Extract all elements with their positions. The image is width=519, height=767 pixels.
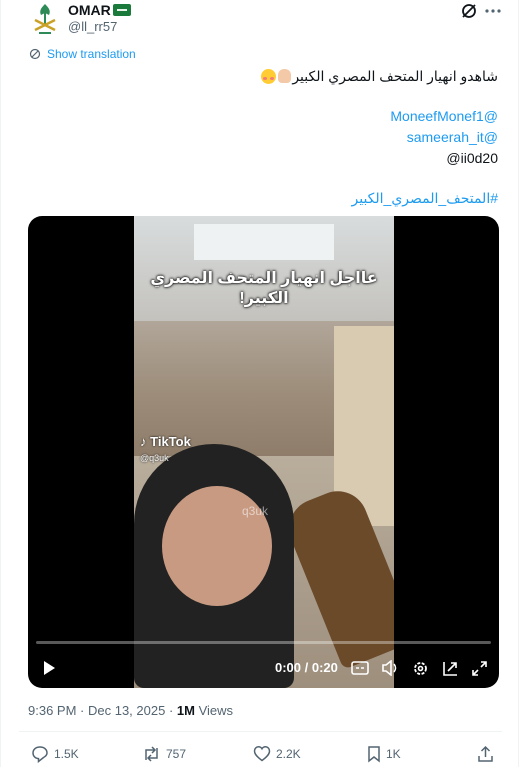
translate-icon <box>29 48 41 60</box>
views-count: 1M <box>176 703 195 718</box>
fullscreen-icon <box>471 660 487 676</box>
settings-button[interactable] <box>409 657 431 679</box>
video-player[interactable]: عااجل انهيار المتحف المصري الكبير! ♪ Tik… <box>28 216 499 688</box>
reply-count: 1.5K <box>54 747 79 761</box>
repost-count: 757 <box>166 747 187 761</box>
hashtag-link[interactable]: #المتحف_المصري_الكبير <box>38 188 499 209</box>
pop-out-icon <box>442 661 457 676</box>
like-count: 2.2K <box>276 746 301 761</box>
volume-button[interactable] <box>379 657 401 679</box>
grok-icon <box>462 4 476 18</box>
grok-button[interactable] <box>459 1 479 21</box>
tweet-meta: 9:36 PM · Dec 13, 2025 · 1M Views <box>28 703 234 718</box>
fullscreen-button[interactable] <box>468 657 490 679</box>
reply-icon <box>32 746 48 763</box>
video-progress-bar[interactable] <box>36 641 491 644</box>
saudi-emblem-icon <box>34 4 56 34</box>
tiktok-logo: ♪ TikTok <box>140 434 191 449</box>
mention-text: ii0d20@ <box>446 150 498 166</box>
share-button[interactable] <box>477 745 494 763</box>
show-translation-link[interactable]: Show translation <box>29 47 136 61</box>
mention-link[interactable]: @sameerah_it <box>38 127 498 148</box>
more-options-button[interactable] <box>483 1 503 21</box>
bookmark-count: 1K <box>386 747 401 761</box>
tweet-date[interactable]: Dec 13, 2025 <box>88 703 165 718</box>
repost-button[interactable]: 757 <box>142 745 186 763</box>
divider <box>19 731 502 732</box>
volume-icon <box>382 660 397 676</box>
more-icon <box>485 9 501 13</box>
flushed-face-emoji-icon <box>261 69 277 84</box>
video-frame[interactable]: عااجل انهيار المتحف المصري الكبير! ♪ Tik… <box>134 216 394 688</box>
author-name[interactable]: OMAR <box>68 2 131 18</box>
tweet-text-line: شاهدو انهيار المتحف المصري الكبير <box>38 66 498 87</box>
video-watermark: q3uk <box>242 504 269 518</box>
video-caption: عااجل انهيار المتحف المصري الكبير! <box>150 270 378 307</box>
tweet-text: شاهدو انهيار المتحف المصري الكبير @Monee… <box>38 66 498 209</box>
tweet-card: OMAR @ll_rr57 Show translation شاهدو انه… <box>0 0 519 767</box>
avatar[interactable] <box>29 2 61 36</box>
views-label: Views <box>198 703 234 718</box>
play-button[interactable] <box>38 657 60 679</box>
pop-out-button[interactable] <box>439 657 461 679</box>
bookmark-icon <box>368 746 380 763</box>
tweet-main-text: شاهدو انهيار المتحف المصري الكبير <box>292 68 498 84</box>
author-name-text[interactable]: OMAR <box>68 2 111 18</box>
share-icon <box>478 745 493 762</box>
saudi-flag-icon <box>112 4 131 16</box>
tiktok-username: @q3uk <box>140 453 169 463</box>
like-button[interactable]: 2.2K <box>253 745 301 762</box>
repost-icon <box>145 746 158 762</box>
captions-icon <box>351 661 369 675</box>
video-time: 0:00 / 0:20 <box>275 660 338 675</box>
show-translation-label[interactable]: Show translation <box>47 47 136 61</box>
bookmark-button[interactable]: 1K <box>367 745 401 763</box>
heart-icon <box>253 746 271 762</box>
tweet-time[interactable]: 9:36 PM <box>28 703 76 718</box>
hand-emoji-icon <box>278 69 292 83</box>
mention-link[interactable]: @MoneefMonef1 <box>38 106 498 127</box>
gear-icon <box>413 661 427 675</box>
captions-button[interactable] <box>349 657 371 679</box>
play-icon <box>44 661 55 675</box>
reply-button[interactable]: 1.5K <box>31 745 79 763</box>
tiktok-label: TikTok <box>150 434 191 449</box>
author-handle[interactable]: @ll_rr57 <box>68 19 117 34</box>
